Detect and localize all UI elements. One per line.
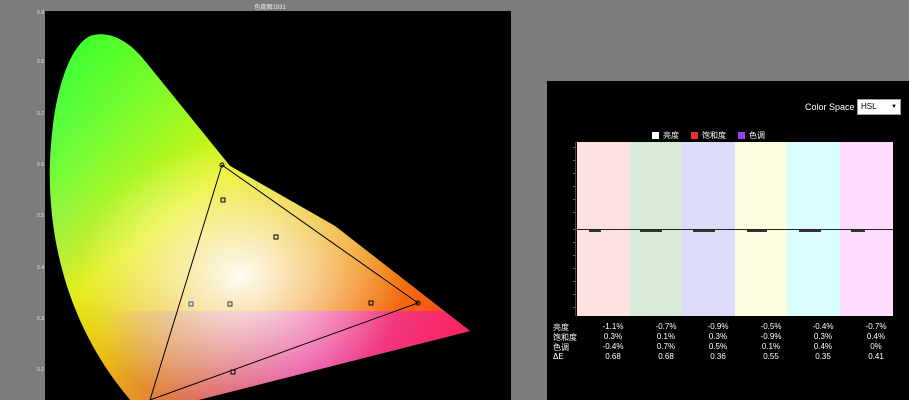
table-cell: 0.1% <box>656 332 676 341</box>
color-analysis-panel: Color Space HSL ▼ 亮度 饱和度 色调 亮度 -1.1% -0.… <box>547 81 909 400</box>
table-cell: -0.7% <box>865 322 887 331</box>
deviation-bar <box>589 230 601 232</box>
color-space-label: Color Space <box>805 102 855 112</box>
cie-plot-area <box>45 11 511 400</box>
y-axis-tick <box>573 147 576 148</box>
chart-legend: 亮度 饱和度 色调 <box>652 129 765 141</box>
deviation-bar-chart <box>577 142 893 316</box>
deviation-bar <box>640 230 662 232</box>
y-axis-tick <box>573 199 576 200</box>
y-axis-tick <box>573 307 576 308</box>
table-row: ΔE 0.68 0.68 0.36 0.55 0.35 0.41 <box>553 352 903 362</box>
y-tick-label: 0.3 <box>37 316 44 322</box>
table-cell: -1.1% <box>602 322 624 331</box>
legend-label: 色调 <box>749 130 765 140</box>
deviation-bar <box>851 230 865 232</box>
table-cell: 0.1% <box>761 342 781 351</box>
y-axis-tick <box>573 268 576 269</box>
y-axis-tick <box>573 281 576 282</box>
table-cell: -0.5% <box>760 322 782 331</box>
y-tick-label: 0.2 <box>37 367 44 373</box>
cie-diagram-svg <box>49 34 471 400</box>
y-axis-tick <box>573 294 576 295</box>
table-cell: -0.9% <box>707 322 729 331</box>
y-axis-tick <box>573 212 576 213</box>
chevron-down-icon: ▼ <box>891 104 897 110</box>
y-axis-tick <box>573 229 576 230</box>
y-axis-tick <box>573 242 576 243</box>
legend-label: 饱和度 <box>702 130 726 140</box>
legend-swatch <box>652 131 659 139</box>
y-axis-tick <box>573 160 576 161</box>
table-cell: 0.68 <box>658 352 674 361</box>
legend-label: 亮度 <box>663 130 679 140</box>
table-cell: -0.9% <box>760 332 782 341</box>
y-axis-tick <box>573 186 576 187</box>
table-cell: 0.36 <box>710 352 726 361</box>
y-tick-label: 0.7 <box>37 111 44 117</box>
table-cell: 0.4% <box>866 332 886 341</box>
row-label: ΔE <box>553 352 564 361</box>
legend-item-hue: 色调 <box>738 130 765 141</box>
table-cell: -0.4% <box>812 322 834 331</box>
table-row: 饱和度 0.3% 0.1% 0.3% -0.9% 0.3% 0.4% <box>553 332 903 342</box>
table-cell: 0.3% <box>708 332 728 341</box>
color-space-dropdown[interactable]: HSL ▼ <box>857 99 901 115</box>
table-cell: 0.55 <box>763 352 779 361</box>
legend-item-saturation: 饱和度 <box>691 130 726 141</box>
table-cell: 0.3% <box>603 332 623 341</box>
table-cell: -0.7% <box>655 322 677 331</box>
table-cell: 0.4% <box>813 342 833 351</box>
cie-chart-title: 色度图1931 <box>254 5 286 11</box>
legend-swatch <box>738 131 745 139</box>
y-tick-label: 0.6 <box>37 162 44 168</box>
y-axis-tick <box>573 173 576 174</box>
cie-chart-panel: 色度图1931 0.9 0.8 0.7 0.6 0.5 0.4 0.3 0.2 <box>0 0 540 400</box>
table-cell: 0.3% <box>813 332 833 341</box>
table-row: 亮度 -1.1% -0.7% -0.9% -0.5% -0.4% -0.7% <box>553 322 903 332</box>
legend-item-lightness: 亮度 <box>652 130 679 141</box>
table-cell: 0.35 <box>815 352 831 361</box>
legend-swatch <box>691 131 698 139</box>
table-cell: 0.5% <box>708 342 728 351</box>
deviation-bar <box>799 230 821 232</box>
y-tick-label: 0.5 <box>37 213 44 219</box>
deviation-bar <box>693 230 715 232</box>
table-cell: -0.4% <box>602 342 624 351</box>
table-cell: 0.41 <box>868 352 884 361</box>
deviation-bar <box>747 230 767 232</box>
color-space-value: HSL <box>861 102 877 111</box>
y-tick-label: 0.4 <box>37 265 44 271</box>
y-tick-label: 0.9 <box>37 10 44 16</box>
table-cell: 0.7% <box>656 342 676 351</box>
y-axis-tick <box>573 255 576 256</box>
zero-line <box>577 229 893 230</box>
y-tick-label: 0.8 <box>37 59 44 65</box>
table-cell: 0% <box>870 342 882 351</box>
color-gamut-horseshoe <box>49 34 471 400</box>
table-cell: 0.68 <box>605 352 621 361</box>
table-row: 色调 -0.4% 0.7% 0.5% 0.1% 0.4% 0% <box>553 342 903 352</box>
